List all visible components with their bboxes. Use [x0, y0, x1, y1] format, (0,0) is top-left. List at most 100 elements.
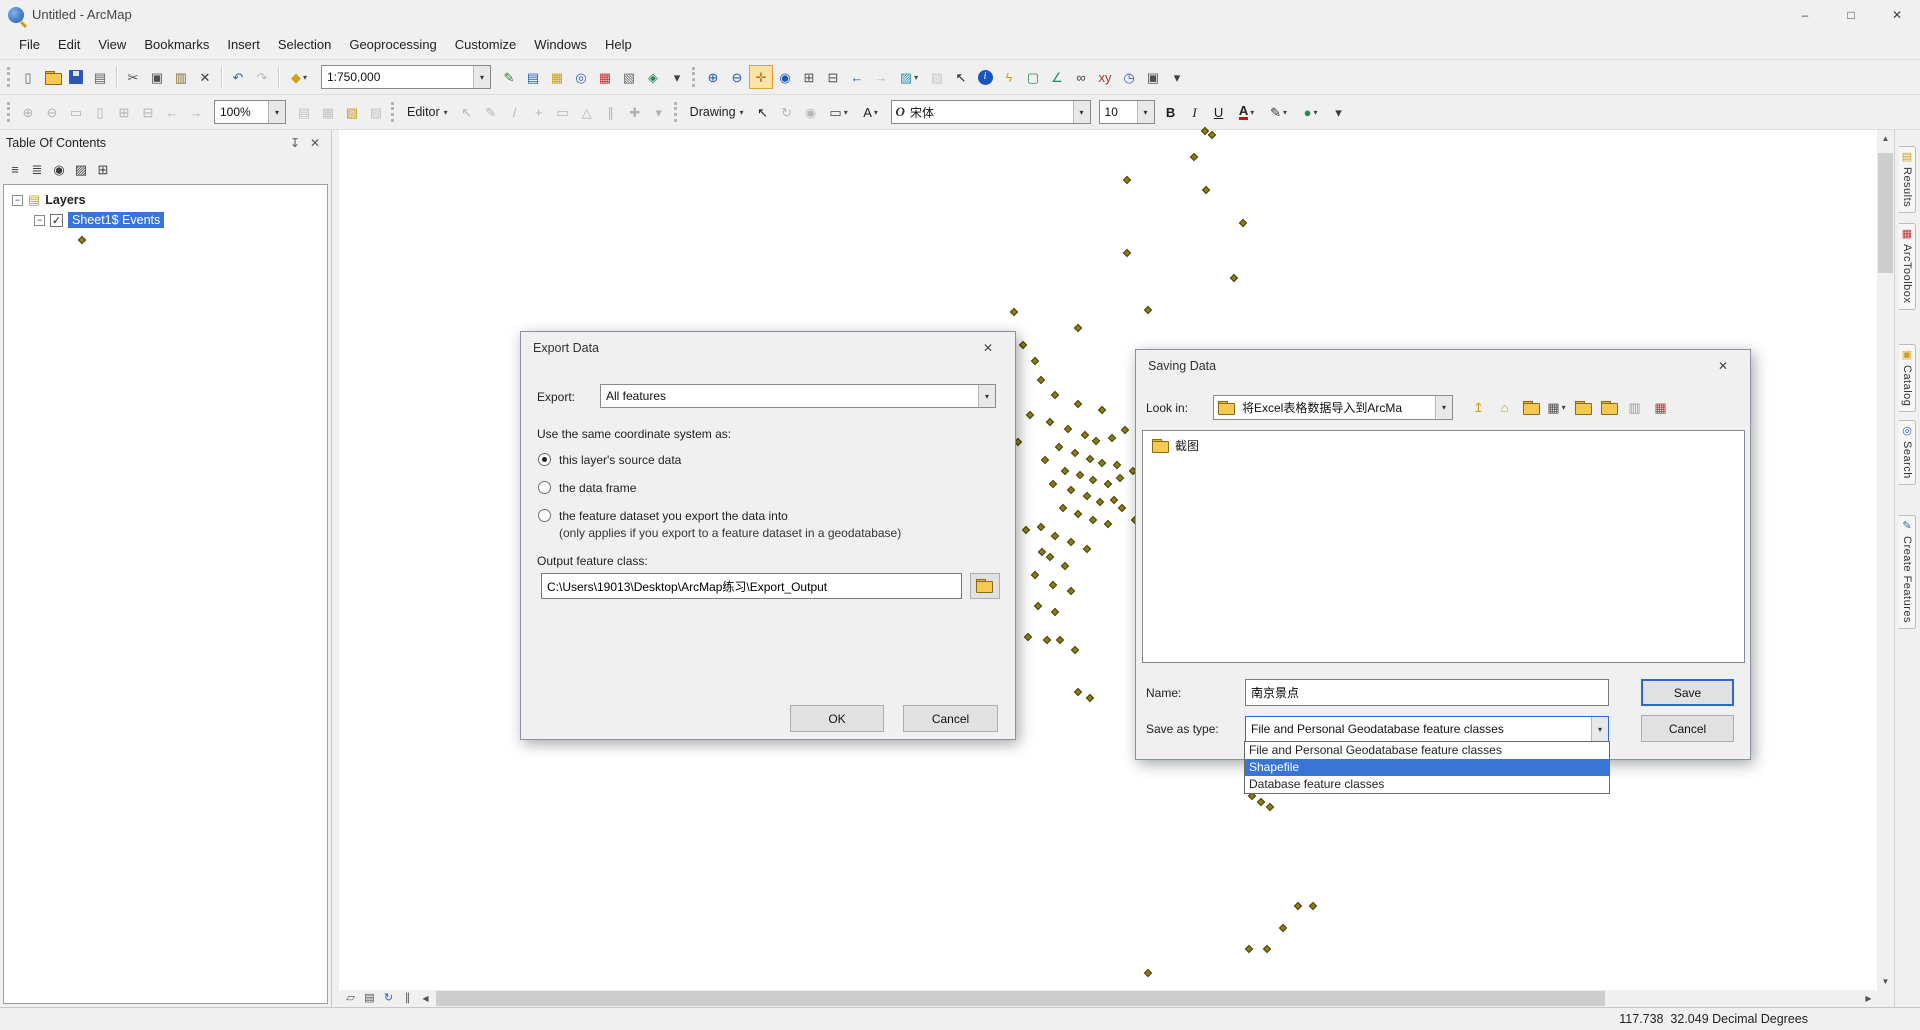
toolbar-grip[interactable] [7, 102, 11, 122]
open-folder-icon[interactable] [1596, 395, 1621, 420]
back-extent-icon[interactable]: ← [845, 65, 869, 89]
save-button[interactable]: Save [1641, 679, 1734, 706]
drawing-menu[interactable]: Drawing ▾ [683, 102, 751, 122]
select-elements-icon[interactable]: ↖ [949, 65, 973, 89]
tools-overflow-icon[interactable]: ▾ [1165, 65, 1189, 89]
toolbar-grip[interactable] [391, 102, 395, 122]
scroll-down-arrow[interactable]: ▼ [1877, 973, 1894, 990]
map-vertical-scrollbar[interactable]: ▲ ▼ [1877, 130, 1894, 990]
scroll-right-arrow[interactable]: ▶ [1860, 990, 1877, 1007]
pin-icon[interactable]: ↧ [285, 133, 305, 153]
font-family-dropdown-arrow[interactable]: ▾ [1072, 101, 1090, 123]
up-one-level-icon[interactable]: ↥ [1466, 395, 1491, 420]
drawing-overflow-icon[interactable]: ▾ [1327, 100, 1351, 124]
radio-source-data[interactable] [538, 453, 551, 466]
data-frame-label[interactable]: Layers [45, 193, 85, 207]
menu-geoprocessing[interactable]: Geoprocessing [340, 32, 445, 57]
hyperlink-icon[interactable]: ϟ [997, 65, 1021, 89]
italic-button[interactable]: I [1183, 100, 1207, 124]
toc-options-icon[interactable]: ⊞ [92, 158, 114, 180]
home-folder-icon[interactable]: ⌂ [1492, 395, 1517, 420]
find-icon[interactable]: ∞ [1069, 65, 1093, 89]
export-type-combo[interactable]: All features ▾ [600, 384, 996, 408]
change-layout-icon[interactable]: ▧ [340, 100, 364, 124]
side-tab-catalog[interactable]: ▣ Catalog [1899, 343, 1916, 413]
scroll-up-arrow[interactable]: ▲ [1877, 130, 1894, 147]
toolbar-overflow-icon[interactable]: ▾ [665, 65, 689, 89]
data-view-button[interactable]: ▱ [341, 990, 360, 1007]
table-of-contents-window-icon[interactable]: ▤ [521, 65, 545, 89]
map-scale-combo[interactable]: 1:750,000 ▾ [321, 65, 491, 89]
list-by-selection-icon[interactable]: ▨ [70, 158, 92, 180]
look-in-combo[interactable]: 将Excel表格数据导入到ArcMa ▾ [1213, 395, 1453, 420]
view-menu-icon[interactable]: ▦ ▾ [1544, 395, 1569, 420]
menu-file[interactable]: File [10, 32, 49, 57]
search-window-icon[interactable]: ◎ [569, 65, 593, 89]
file-browser-list[interactable]: 截图 [1142, 430, 1745, 663]
layer-label-selected[interactable]: Sheet1$ Events [68, 212, 165, 228]
radio-source-data-label[interactable]: this layer's source data [559, 453, 681, 467]
saving-dialog-close-icon[interactable]: ✕ [1708, 352, 1738, 380]
font-family-combo[interactable]: O 宋体 ▾ [890, 100, 1091, 124]
saving-dialog-titlebar[interactable]: Saving Data ✕ [1136, 350, 1750, 382]
export-dialog-titlebar[interactable]: Export Data ✕ [521, 332, 1015, 364]
html-popup-icon[interactable]: ▢ [1021, 65, 1045, 89]
list-by-visibility-icon[interactable]: ◉ [48, 158, 70, 180]
zoom-in-icon[interactable]: ⊕ [701, 65, 725, 89]
menu-windows[interactable]: Windows [525, 32, 596, 57]
radio-data-frame-label[interactable]: the data frame [559, 481, 636, 495]
point-symbol-swatch[interactable] [77, 235, 87, 245]
measure-icon[interactable]: ∠ [1045, 65, 1069, 89]
close-button[interactable]: ✕ [1874, 0, 1920, 29]
pause-drawing-button[interactable]: ∥ [398, 990, 417, 1007]
new-geodatabase-icon[interactable]: ▥ [1622, 395, 1647, 420]
font-size-combo[interactable]: 10 ▾ [1098, 100, 1155, 124]
layout-view-button[interactable]: ▤ [360, 990, 379, 1007]
menu-insert[interactable]: Insert [218, 32, 269, 57]
editor-menu[interactable]: Editor ▾ [400, 102, 455, 122]
toc-close-icon[interactable]: ✕ [305, 133, 325, 153]
identify-icon[interactable]: i [973, 65, 997, 89]
export-dialog-close-icon[interactable]: ✕ [973, 334, 1003, 362]
paste-icon[interactable]: ▥ [169, 65, 193, 89]
zoom-out-icon[interactable]: ⊖ [725, 65, 749, 89]
vertical-scroll-track[interactable] [1877, 147, 1894, 973]
toc-layers-row[interactable]: − ▤ Layers [4, 190, 327, 210]
font-color-button[interactable]: A ▾ [1231, 100, 1263, 124]
save-as-type-dropdown-arrow[interactable]: ▾ [1591, 717, 1608, 741]
arctoolbox-window-icon[interactable]: ▦ [593, 65, 617, 89]
time-slider-icon[interactable]: ◷ [1117, 65, 1141, 89]
bold-button[interactable]: B [1159, 100, 1183, 124]
menu-edit[interactable]: Edit [49, 32, 89, 57]
collapse-icon[interactable]: − [34, 214, 45, 226]
side-tab-results[interactable]: ▤ Results [1899, 146, 1916, 214]
toc-symbol-row[interactable] [4, 230, 327, 250]
undo-icon[interactable]: ↶ [226, 65, 250, 89]
save-as-type-combo[interactable]: File and Personal Geodatabase feature cl… [1245, 716, 1609, 742]
export-type-dropdown-arrow[interactable]: ▾ [978, 385, 995, 407]
side-tab-search[interactable]: ◎ Search [1899, 420, 1916, 485]
saving-cancel-button[interactable]: Cancel [1641, 715, 1734, 742]
side-tab-arctoolbox[interactable]: ▦ ArcToolbox [1899, 223, 1916, 310]
fixed-zoom-out-icon[interactable]: ⊟ [821, 65, 845, 89]
menu-help[interactable]: Help [596, 32, 641, 57]
catalog-window-icon[interactable]: ▦ [545, 65, 569, 89]
layer-checkbox[interactable]: ✓ [50, 213, 63, 227]
horizontal-scroll-thumb[interactable] [436, 991, 1606, 1006]
type-option[interactable]: File and Personal Geodatabase feature cl… [1245, 742, 1609, 759]
menu-bookmarks[interactable]: Bookmarks [135, 32, 218, 57]
line-color-button[interactable]: ✎ ▾ [1263, 100, 1295, 124]
list-by-source-icon[interactable]: ≣ [26, 158, 48, 180]
toolbar-grip[interactable] [7, 67, 11, 87]
map-scale-dropdown-arrow[interactable]: ▾ [473, 66, 490, 88]
copy-icon[interactable]: ▣ [145, 65, 169, 89]
collapse-icon[interactable]: − [12, 194, 23, 206]
python-window-icon[interactable]: ▧ [617, 65, 641, 89]
scroll-left-arrow[interactable]: ◀ [417, 990, 434, 1007]
list-by-drawing-order-icon[interactable]: ≡ [4, 158, 26, 180]
cut-icon[interactable]: ✂ [121, 65, 145, 89]
vertical-scroll-thumb[interactable] [1878, 153, 1893, 273]
menu-customize[interactable]: Customize [446, 32, 525, 57]
marker-color-button[interactable]: ● ▾ [1295, 100, 1327, 124]
new-folder-icon[interactable] [1570, 395, 1595, 420]
